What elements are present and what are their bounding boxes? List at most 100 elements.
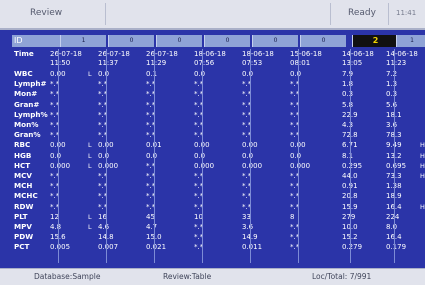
result-value: 0.011 bbox=[242, 243, 263, 252]
id-label: ID bbox=[12, 35, 62, 47]
result-value: 224 bbox=[386, 212, 400, 221]
table-row[interactable]: Time 26-07-18 11:50 26-07-18 11:37 26-07-18 11… bbox=[12, 49, 425, 69]
table-row[interactable]: RBC0.00L0.000.010.000.000.006.719.49H bbox=[12, 140, 425, 150]
table-row[interactable]: HGB0.0L0.00.00.00.00.08.113.2H bbox=[12, 151, 425, 161]
result-value: 7.9 bbox=[342, 70, 354, 78]
time-value: 11:23 bbox=[386, 59, 407, 67]
id-cell[interactable]: 0 bbox=[108, 35, 154, 47]
review-mode-label: Review:Table bbox=[163, 272, 212, 281]
result-value: 0.695 bbox=[386, 161, 407, 170]
parameter-label: MCV bbox=[14, 171, 32, 180]
time-value: 07:53 bbox=[242, 59, 263, 67]
result-value: 0.005 bbox=[50, 243, 71, 252]
result-value: 0.0 bbox=[50, 151, 62, 160]
abnormal-flag: L bbox=[88, 151, 92, 160]
id-cell[interactable]: 0 bbox=[156, 35, 202, 47]
table-row[interactable]: MCH*.**.**.**.**.**.*0.911.38 bbox=[12, 181, 425, 191]
parameter-label: WBC bbox=[14, 69, 33, 78]
result-value: 0.0 bbox=[146, 151, 158, 160]
database-label: Database:Sample bbox=[34, 272, 101, 281]
result-value: 8.0 bbox=[386, 223, 398, 231]
result-value: 4.8 bbox=[50, 223, 62, 231]
table-row[interactable]: Mon% *.* *.* *.* *.* *.* *.* 4.3 3.6 bbox=[12, 120, 425, 130]
abnormal-flag: L bbox=[88, 161, 92, 170]
column-divider bbox=[250, 49, 251, 263]
parameter-label: PDW bbox=[14, 232, 34, 242]
time-value: 11:29 bbox=[146, 59, 167, 67]
result-value: 4.6 bbox=[98, 223, 110, 231]
parameter-label: Lymph# bbox=[14, 79, 47, 89]
column-divider bbox=[298, 49, 299, 263]
parameter-label: Gran% bbox=[14, 130, 41, 140]
column-divider bbox=[106, 49, 107, 263]
divider bbox=[330, 3, 331, 25]
result-value: 4.7 bbox=[146, 223, 158, 231]
parameter-label: Time bbox=[14, 49, 34, 58]
result-value: 8 bbox=[290, 212, 295, 221]
abnormal-flag: L bbox=[88, 141, 92, 150]
id-cell[interactable]: 0 bbox=[204, 35, 250, 47]
column-divider bbox=[350, 49, 351, 263]
parameter-label: Lymph% bbox=[14, 109, 48, 119]
time-value: 08:01 bbox=[290, 59, 311, 67]
id-cell[interactable]: 0 bbox=[300, 35, 346, 47]
location-total-label: Loc/Total: 7/991 bbox=[312, 272, 372, 281]
result-value: 0.279 bbox=[342, 243, 363, 252]
result-value: 0.1 bbox=[146, 70, 158, 78]
abnormal-flag: H bbox=[420, 172, 425, 180]
result-value: 3.6 bbox=[386, 121, 398, 129]
result-value: 3.6 bbox=[242, 223, 254, 231]
parameter-label: HGB bbox=[14, 150, 32, 160]
parameter-label: RDW bbox=[14, 201, 34, 211]
parameter-label: Mon% bbox=[14, 120, 39, 129]
result-value: 0.295 bbox=[342, 161, 363, 170]
result-value: 5.8 bbox=[342, 100, 354, 109]
result-value: 1.3 bbox=[386, 80, 398, 89]
status-text: Ready bbox=[348, 8, 376, 18]
result-value: 0.000 bbox=[290, 161, 311, 170]
column-divider bbox=[154, 49, 155, 263]
table-row[interactable]: Gran# *.* *.* *.* *.* *.* *.* 5.8 5.6 bbox=[12, 100, 425, 110]
result-value: 8.1 bbox=[342, 151, 354, 160]
result-value: 0.0 bbox=[290, 70, 302, 78]
clock-time: 11:41 bbox=[396, 9, 417, 17]
table-row[interactable]: PDW15.614.815.0*.*14.9*.*15.216.4 bbox=[12, 232, 425, 242]
parameter-label: PLT bbox=[14, 211, 28, 221]
result-value: 0.000 bbox=[242, 161, 263, 170]
table-row[interactable]: MPV4.8L4.64.7*.*3.6*.*10.08.0 bbox=[12, 222, 425, 232]
id-cell[interactable]: 1 bbox=[60, 35, 106, 47]
table-row[interactable]: RDW*.**.**.**.**.**.*15.916.4H bbox=[12, 202, 425, 212]
column-divider bbox=[394, 49, 395, 263]
parameter-label: RBC bbox=[14, 140, 31, 150]
abnormal-flag: L bbox=[88, 223, 92, 231]
top-bar: Review Ready 11:41 bbox=[0, 0, 425, 30]
abnormal-flag: H bbox=[420, 151, 425, 160]
result-value: 1.8 bbox=[342, 80, 354, 89]
parameter-label: MCHC bbox=[14, 191, 38, 201]
table-row[interactable]: Lymph%*.**.**.**.**.**.*22.918.1 bbox=[12, 110, 425, 120]
id-cell[interactable]: 1 bbox=[396, 35, 425, 47]
id-cell[interactable]: 2 bbox=[352, 35, 398, 47]
parameter-label: HCT bbox=[14, 160, 31, 170]
id-cell[interactable]: 0 bbox=[252, 35, 298, 47]
table-row[interactable]: PLT 12 L 16 45 10 33 8 279 224 bbox=[12, 212, 425, 222]
table-row[interactable]: MCHC*.**.**.**.**.**.*20.818.9 bbox=[12, 191, 425, 201]
result-value: 0.0 bbox=[194, 70, 206, 78]
column-divider bbox=[58, 49, 59, 263]
parameter-label: Gran# bbox=[14, 99, 40, 109]
table-row[interactable]: Mon# *.* *.* *.* *.* *.* *.* 0.3 0.3 bbox=[12, 89, 425, 99]
parameter-label: PCT bbox=[14, 242, 30, 252]
screen-title: Review bbox=[30, 8, 63, 18]
table-row[interactable]: MCV*.**.**.**.**.**.*44.073.3H bbox=[12, 171, 425, 181]
result-value: 279 bbox=[342, 212, 356, 221]
result-value: 0.000 bbox=[194, 161, 215, 170]
table-row[interactable]: Gran%*.**.**.**.**.**.*72.878.3 bbox=[12, 130, 425, 140]
table-row[interactable]: WBC0.00L0.00.10.00.00.07.97.2 bbox=[12, 69, 425, 79]
result-value: 0.0 bbox=[242, 151, 254, 160]
table-row[interactable]: PCT 0.005 0.007 0.021 *.* 0.011 *.* 0.279 0.179 bbox=[12, 242, 425, 252]
result-value: 0.0 bbox=[194, 151, 206, 160]
table-row[interactable]: HCT 0.000 L 0.000 *.* 0.000 0.000 0.000 0.295 0.6… bbox=[12, 161, 425, 171]
result-value: 0.007 bbox=[98, 243, 119, 252]
result-value: 0.0 bbox=[290, 151, 302, 160]
table-row[interactable]: Lymph# *.* *.* *.* *.* *.* *.* 1.8 1.3 bbox=[12, 79, 425, 89]
